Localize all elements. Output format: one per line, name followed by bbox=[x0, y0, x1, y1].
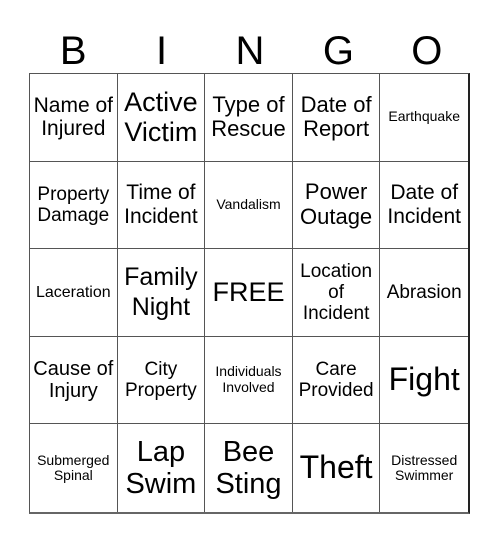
bingo-cell[interactable]: Date of Report bbox=[292, 74, 381, 162]
bingo-cell[interactable]: Cause of Injury bbox=[30, 336, 118, 425]
bingo-cell[interactable]: City Property bbox=[117, 336, 206, 425]
cell-label: Lap Swim bbox=[125, 435, 197, 501]
bingo-cell[interactable]: Individuals Involved bbox=[205, 336, 293, 425]
bingo-cell[interactable]: Submerged Spinal bbox=[30, 424, 118, 512]
cell-label: Earthquake bbox=[388, 108, 460, 125]
bingo-cell[interactable]: Family Night bbox=[117, 249, 206, 337]
bingo-cell[interactable]: Laceration bbox=[30, 249, 118, 337]
bingo-cell[interactable]: Distressed Swimmer bbox=[380, 424, 468, 512]
free-space[interactable]: FREE bbox=[205, 249, 293, 337]
cell-label: Name of Injured bbox=[33, 93, 113, 141]
cell-label: Care Provided bbox=[298, 358, 374, 402]
header-letter-n: N bbox=[235, 29, 265, 73]
bingo-cell[interactable]: Fight bbox=[380, 337, 468, 425]
cell-label: Vandalism bbox=[216, 196, 281, 213]
bingo-header: B I N G O bbox=[29, 30, 471, 72]
bingo-cell[interactable]: Type of Rescue bbox=[205, 74, 293, 162]
cell-label: Active Victim bbox=[124, 87, 198, 148]
header-letter-i: I bbox=[156, 29, 168, 73]
cell-label: Power Outage bbox=[300, 179, 373, 229]
cell-label: Cause of Injury bbox=[33, 357, 114, 403]
bingo-cell[interactable]: Name of Injured bbox=[30, 74, 118, 162]
bingo-cell[interactable]: Abrasion bbox=[380, 249, 468, 337]
cell-label: City Property bbox=[124, 358, 197, 402]
cell-label: Date of Incident bbox=[387, 181, 461, 228]
header-letter-o: O bbox=[411, 29, 443, 73]
cell-label: Location of Incident bbox=[300, 260, 373, 325]
cell-label: Property Damage bbox=[37, 183, 110, 226]
cell-label: Fight bbox=[388, 361, 460, 398]
bingo-cell[interactable]: Lap Swim bbox=[118, 424, 206, 512]
cell-label: Bee Sting bbox=[215, 435, 282, 501]
cell-label: Distressed Swimmer bbox=[391, 451, 458, 484]
bingo-cell[interactable]: Earthquake bbox=[380, 74, 468, 162]
cell-label: Submerged Spinal bbox=[37, 451, 110, 484]
bingo-cell[interactable]: Power Outage bbox=[292, 161, 381, 250]
bingo-cell[interactable]: Vandalism bbox=[205, 161, 293, 250]
cell-label: FREE bbox=[212, 277, 285, 308]
cell-label: Individuals Involved bbox=[215, 363, 282, 396]
cell-label: Date of Report bbox=[300, 91, 372, 142]
header-letter-g: G bbox=[322, 29, 354, 73]
cell-label: Theft bbox=[299, 449, 373, 486]
cell-label: Type of Rescue bbox=[211, 91, 286, 142]
bingo-board: Name of Injured Active Victim Type of Re… bbox=[29, 73, 470, 514]
bingo-cell[interactable]: Active Victim bbox=[117, 74, 206, 162]
bingo-cell[interactable]: Property Damage bbox=[30, 161, 118, 250]
cell-label: Time of Incident bbox=[124, 181, 198, 228]
bingo-cell[interactable]: Theft bbox=[293, 424, 381, 512]
header-letter-b: B bbox=[59, 29, 87, 73]
bingo-cell[interactable]: Location of Incident bbox=[292, 249, 381, 337]
bingo-cell[interactable]: Date of Incident bbox=[380, 162, 468, 250]
bingo-cell[interactable]: Bee Sting bbox=[205, 424, 293, 512]
cell-label: Family Night bbox=[124, 263, 198, 322]
bingo-cell[interactable]: Care Provided bbox=[292, 336, 381, 425]
cell-label: Abrasion bbox=[386, 281, 462, 303]
cell-label: Laceration bbox=[35, 283, 111, 301]
bingo-cell[interactable]: Time of Incident bbox=[117, 161, 206, 250]
